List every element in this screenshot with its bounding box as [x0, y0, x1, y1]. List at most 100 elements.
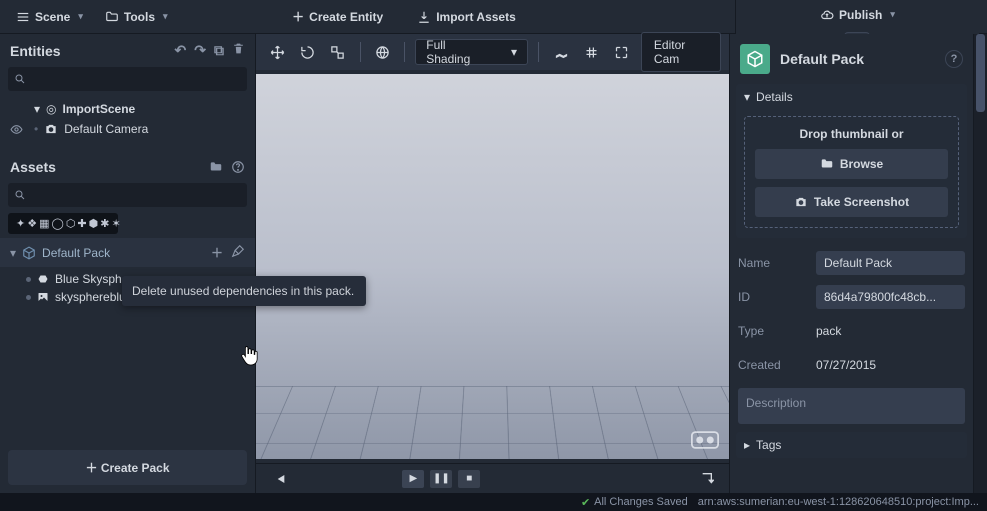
bullet-icon: •: [34, 122, 38, 136]
surface-icon: [554, 45, 569, 60]
tags-label: Tags: [756, 438, 781, 452]
filter-icon: ✶: [111, 217, 120, 230]
id-value[interactable]: 86d4a79800fc48cb...: [816, 285, 965, 309]
chevron-right-icon: ▸: [744, 438, 750, 452]
pack-header[interactable]: ▾ Default Pack ＋: [0, 238, 255, 267]
filter-icon: ◯: [52, 217, 64, 230]
browse-button[interactable]: Browse: [755, 149, 948, 179]
tool-rotate[interactable]: [294, 39, 320, 65]
pause-button[interactable]: ❚❚: [430, 470, 452, 488]
publish-menu[interactable]: Publish: [812, 4, 903, 26]
publish-label: Publish: [839, 8, 882, 22]
plus-icon: ＋: [292, 8, 304, 25]
menu-tools-label: Tools: [124, 10, 155, 24]
undo-button[interactable]: ↶: [175, 42, 187, 59]
entities-title: Entities: [10, 43, 61, 59]
cloud-up-icon: [820, 8, 834, 22]
tree-row-root[interactable]: ▾ ◎ ImportScene: [8, 99, 247, 119]
camera-icon: [44, 122, 58, 136]
shading-dropdown[interactable]: Full Shading ▾: [415, 39, 528, 65]
trash-icon: [232, 42, 245, 55]
vr-icon: [691, 431, 719, 449]
folder-icon: [105, 10, 119, 24]
import-assets-button[interactable]: Import Assets: [409, 4, 524, 29]
vr-badge: [691, 431, 719, 449]
filter-icon: ✚: [77, 217, 86, 230]
assets-folder-button[interactable]: [209, 160, 223, 174]
camera-select[interactable]: Editor Cam: [641, 32, 721, 72]
cube-outline-icon: [22, 246, 36, 260]
create-entity-button[interactable]: ＋ Create Entity: [284, 4, 391, 29]
scrollbar-thumb[interactable]: [976, 34, 985, 112]
create-pack-button[interactable]: ＋ Create Pack: [8, 450, 247, 485]
scale-icon: [330, 45, 345, 60]
menu-scene[interactable]: Scene: [8, 6, 91, 28]
download-icon: [417, 10, 431, 24]
plus-icon: ＋: [85, 461, 97, 475]
tree-row-camera[interactable]: • Default Camera: [8, 119, 247, 139]
viewport[interactable]: [256, 74, 729, 459]
tool-surface[interactable]: [549, 39, 575, 65]
thumbnail-dropzone[interactable]: Drop thumbnail or Browse Take Screenshot: [744, 116, 959, 228]
dropzone-text: Drop thumbnail or: [755, 127, 948, 141]
entities-search-input[interactable]: [26, 72, 241, 86]
assets-search-input[interactable]: [26, 188, 241, 202]
filter-icon: ⬢: [89, 217, 99, 230]
tool-scale[interactable]: [324, 39, 350, 65]
inspector-help-button[interactable]: ?: [945, 50, 963, 68]
details-section-head[interactable]: ▾ Details: [736, 84, 967, 110]
right-scrollbar[interactable]: [973, 34, 987, 493]
help-circle-icon: [231, 160, 245, 174]
import-assets-label: Import Assets: [436, 10, 516, 24]
folder-filled-icon: [820, 157, 834, 171]
menubar: Scene Tools ＋ Create Entity Import Asset…: [0, 0, 987, 34]
timeline-end-button[interactable]: [693, 466, 719, 492]
camera-filled-icon: [794, 195, 808, 209]
tool-select[interactable]: [264, 39, 290, 65]
check-icon: ✔: [581, 496, 590, 509]
entities-search[interactable]: [8, 67, 247, 91]
globe-icon: [375, 45, 390, 60]
redo-button[interactable]: ↷: [194, 42, 206, 59]
skip-back-icon: [271, 471, 287, 487]
chevron-down-icon: ▾: [744, 90, 750, 104]
filter-icon: ✱: [100, 217, 109, 230]
name-value[interactable]: Default Pack: [816, 251, 965, 275]
chevron-down-icon: ▾: [34, 102, 40, 116]
menu-tools[interactable]: Tools: [97, 6, 176, 28]
tool-grid[interactable]: [579, 39, 605, 65]
assets-title: Assets: [10, 159, 56, 175]
description-input[interactable]: Description: [738, 388, 965, 424]
trash-button[interactable]: [232, 42, 245, 59]
chevron-down-icon: ▾: [10, 246, 16, 260]
timeline-start-button[interactable]: [266, 466, 292, 492]
playbar: ▶ ❚❚ ■: [256, 463, 729, 493]
assets-filter-bar[interactable]: ✦ ❖ ▦ ◯ ⬡ ✚ ⬢ ✱ ✶: [8, 213, 118, 234]
export-icon: [698, 471, 714, 487]
assets-help-button[interactable]: [231, 160, 245, 174]
tool-frame[interactable]: [609, 39, 635, 65]
take-screenshot-button[interactable]: Take Screenshot: [755, 187, 948, 217]
assets-search[interactable]: [8, 183, 247, 207]
status-bar: ✔ All Changes Saved arn:aws:sumerian:eu-…: [0, 493, 987, 511]
field-name: Name Default Pack: [730, 246, 973, 280]
pack-clean-button[interactable]: [231, 244, 245, 261]
filter-icon: ❖: [27, 217, 37, 230]
copy-button[interactable]: ⧉: [214, 42, 224, 59]
chevron-down-icon: ▾: [511, 45, 517, 59]
image-icon: [37, 291, 49, 303]
play-button[interactable]: ▶: [402, 470, 424, 488]
tags-section-head[interactable]: ▸ Tags: [736, 432, 967, 458]
search-icon: [14, 189, 26, 201]
description-placeholder: Description: [746, 396, 806, 410]
browse-label: Browse: [840, 157, 883, 171]
tool-globe[interactable]: [371, 39, 394, 65]
entities-tree: ▾ ◎ ImportScene • Default Camera: [0, 97, 255, 141]
tags-section: ▸ Tags: [736, 432, 967, 458]
visibility-toggle[interactable]: [10, 123, 28, 136]
center-column: Full Shading ▾ Editor Cam ▶: [256, 34, 729, 493]
move-icon: [270, 45, 285, 60]
eye-icon: [10, 123, 23, 136]
stop-button[interactable]: ■: [458, 470, 480, 488]
pack-add-button[interactable]: ＋: [211, 244, 223, 261]
